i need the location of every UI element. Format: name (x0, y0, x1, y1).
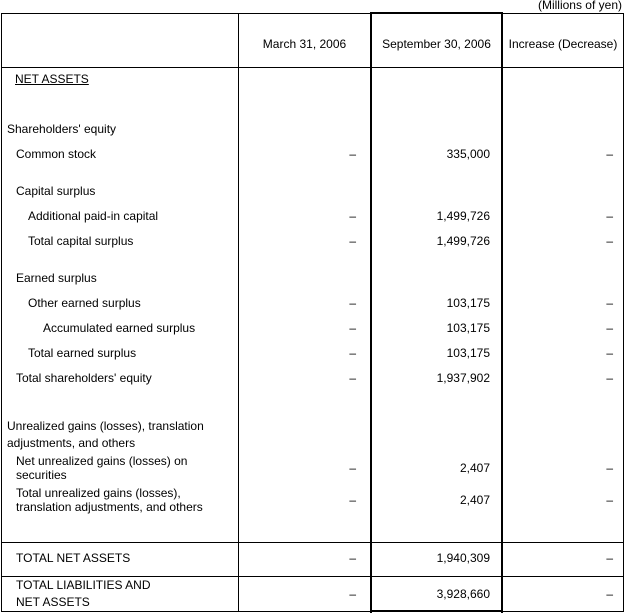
header-bottom-border (1, 67, 624, 68)
units-note: (Millions of yen) (537, 0, 622, 12)
row-label-capital-surplus: Capital surplus (16, 184, 96, 198)
row-label-common-stock: Common stock (16, 147, 97, 161)
section-title-net-assets: NET ASSETS (15, 72, 89, 86)
total-diff-liabilities-and-net-assets: – (606, 587, 613, 601)
highlight-bottom-border (370, 610, 503, 612)
col-border-1 (238, 13, 239, 612)
table-bottom-border (1, 611, 624, 612)
row-curr-additional-paid-in-capital: 1,499,726 (436, 209, 490, 223)
total-prev-liabilities-and-net-assets: – (349, 587, 356, 601)
total-label-net-assets: TOTAL NET ASSETS (16, 551, 131, 565)
row-curr-net-unrealized-gains-securities: 2,407 (459, 461, 490, 475)
col-border-right (623, 13, 624, 612)
header-increase-decrease: Increase (Decrease) (508, 37, 618, 51)
row-label-additional-paid-in-capital: Additional paid-in capital (28, 209, 159, 223)
row-curr-total-earned-surplus: 103,175 (446, 346, 490, 360)
row-diff-accumulated-earned-surplus: – (606, 321, 613, 335)
row-prev-total-earned-surplus: – (349, 346, 356, 360)
row-label-accumulated-earned-surplus: Accumulated earned surplus (43, 321, 196, 335)
table-top-border (1, 13, 624, 14)
row-label-total-unrealized-gains: Total unrealized gains (losses), transla… (16, 486, 203, 514)
row-curr-total-capital-surplus: 1,499,726 (436, 234, 490, 248)
total-prev-net-assets: – (349, 551, 356, 565)
row-prev-common-stock: – (349, 147, 356, 161)
row-prev-accumulated-earned-surplus: – (349, 321, 356, 335)
col-border-2-thick (370, 12, 372, 613)
row-label-total-earned-surplus: Total earned surplus (28, 346, 137, 360)
row-label-total-shareholders-equity: Total shareholders' equity (16, 371, 152, 385)
row-label-earned-surplus: Earned surplus (16, 271, 97, 285)
row-curr-accumulated-earned-surplus: 103,175 (446, 321, 490, 335)
row-diff-net-unrealized-gains-securities: – (606, 461, 613, 475)
row-curr-total-shareholders-equity: 1,937,902 (436, 371, 490, 385)
row-label-shareholders-equity: Shareholders' equity (7, 122, 117, 136)
row-diff-total-unrealized-gains: – (606, 493, 613, 507)
row-diff-additional-paid-in-capital: – (606, 209, 613, 223)
row-prev-total-shareholders-equity: – (349, 371, 356, 385)
row-prev-net-unrealized-gains-securities: – (349, 461, 356, 475)
header-september-2006: September 30, 2006 (382, 37, 491, 51)
row-diff-total-shareholders-equity: – (606, 371, 613, 385)
row-prev-total-unrealized-gains: – (349, 493, 356, 507)
row-label-other-earned-surplus: Other earned surplus (28, 296, 141, 310)
row-diff-other-earned-surplus: – (606, 296, 613, 310)
row-diff-common-stock: – (606, 147, 613, 161)
row-curr-common-stock: 335,000 (446, 147, 490, 161)
header-march-2006: March 31, 2006 (262, 37, 347, 51)
balance-sheet-table: March 31, 2006 September 30, 2006 Increa… (1, 12, 624, 613)
total-curr-liabilities-and-net-assets: 3,928,660 (436, 587, 490, 601)
row-prev-total-capital-surplus: – (349, 234, 356, 248)
row-label-net-unrealized-gains-securities: Net unrealized gains (losses) on securit… (16, 454, 188, 482)
total-label-liabilities-and-net-assets: TOTAL LIABILITIES AND NET ASSETS (16, 578, 151, 609)
totals-top-border (1, 542, 624, 543)
row-curr-total-unrealized-gains: 2,407 (459, 493, 490, 507)
row-label-total-capital-surplus: Total capital surplus (28, 234, 134, 248)
row-diff-total-earned-surplus: – (606, 346, 613, 360)
row-prev-other-earned-surplus: – (349, 296, 356, 310)
row-label-unrealized-gains: Unrealized gains (losses), translation a… (7, 419, 204, 450)
total-curr-net-assets: 1,940,309 (436, 551, 490, 565)
col-border-left (1, 13, 2, 612)
row-diff-total-capital-surplus: – (606, 234, 613, 248)
total-diff-net-assets: – (606, 551, 613, 565)
col-border-3-thick (501, 12, 503, 613)
row-curr-other-earned-surplus: 103,175 (446, 296, 490, 310)
row-prev-additional-paid-in-capital: – (349, 209, 356, 223)
highlight-top-border (370, 12, 503, 14)
